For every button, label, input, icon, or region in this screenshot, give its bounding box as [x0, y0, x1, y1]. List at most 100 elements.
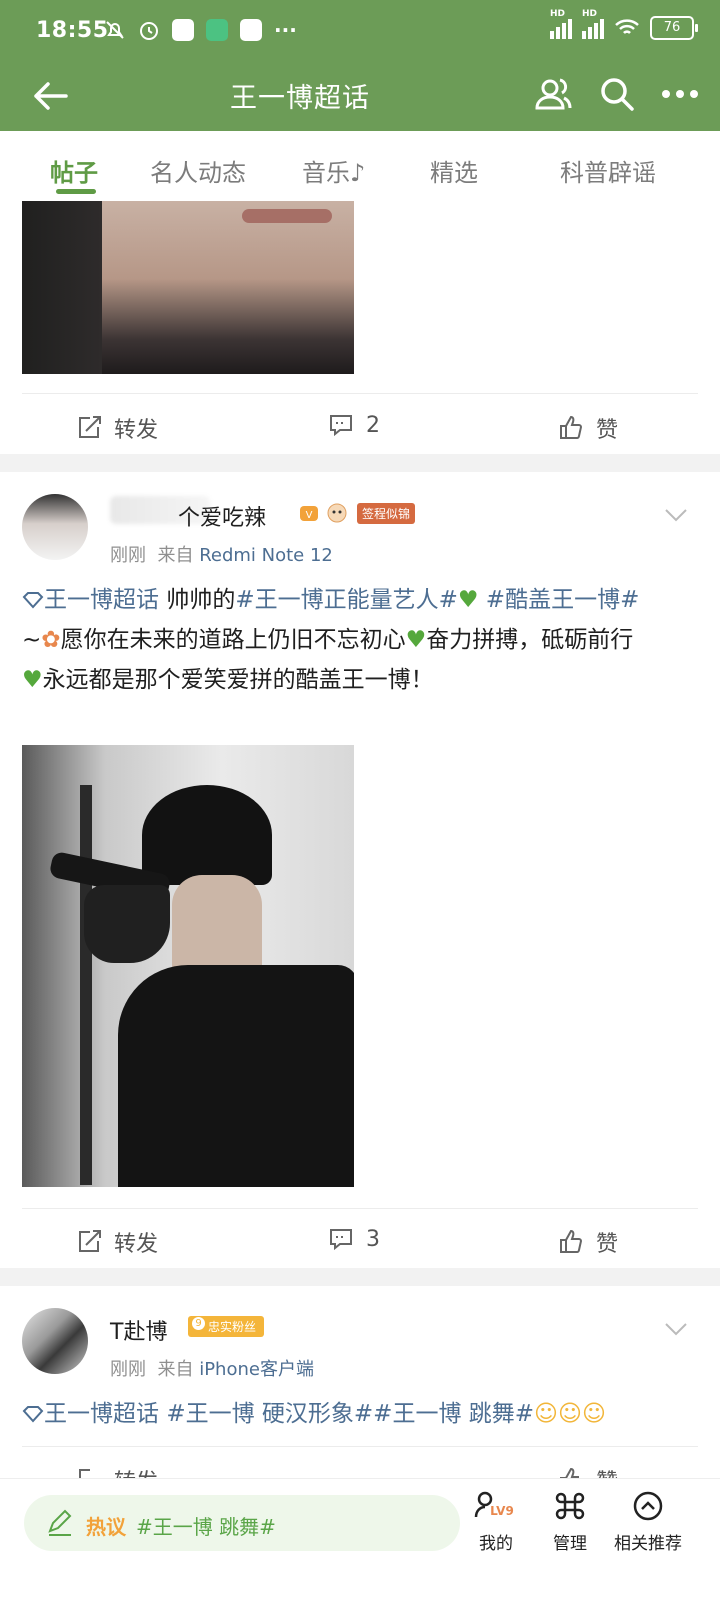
post-source[interactable]: iPhone客户端	[199, 1359, 314, 1380]
post-text: 奋力拼搏，砥砺前行	[426, 627, 634, 653]
repost-icon	[79, 416, 101, 438]
fan-level-number: 9	[192, 1317, 205, 1330]
chevron-up-circle-icon	[633, 1491, 663, 1521]
people-icon[interactable]	[534, 74, 574, 114]
fan-badge-label: 忠实粉丝	[208, 1320, 257, 1334]
diamond-icon	[22, 1406, 44, 1423]
tab-label: 管理	[553, 1534, 587, 1554]
post-actions: 转发 2 赞	[0, 396, 720, 454]
image-jacket	[118, 965, 354, 1187]
tab-rumor-busting[interactable]: 科普辟谣	[560, 153, 656, 188]
image-lips	[242, 209, 332, 223]
system-icons: HD HD 76	[550, 9, 698, 40]
svg-text:LV9: LV9	[490, 1504, 514, 1518]
like-button[interactable]: 赞	[558, 1226, 618, 1258]
search-icon[interactable]	[598, 75, 636, 113]
thumbs-up-icon	[560, 1229, 583, 1253]
hot-discussion-input[interactable]: 热议 #王一博 跳舞#	[24, 1495, 460, 1551]
post-image[interactable]	[22, 745, 354, 1187]
repost-label: 转发	[114, 1464, 158, 1478]
source-prefix: 来自	[157, 545, 194, 566]
super-topic-link[interactable]: 王一博超话	[22, 1401, 159, 1427]
like-label: 赞	[596, 1232, 619, 1257]
post-text: ~	[22, 627, 42, 653]
thumbs-up-icon	[560, 1467, 579, 1478]
image-mask	[84, 885, 170, 963]
signal-icon: HD	[550, 9, 572, 39]
wifi-icon	[615, 19, 639, 34]
hashtag-link[interactable]: #王一博正能量艺人#	[235, 587, 458, 613]
chevron-down-icon[interactable]	[664, 508, 688, 522]
repost-label: 转发	[114, 1232, 159, 1257]
like-button[interactable]: 赞	[558, 412, 618, 444]
post-image[interactable]	[22, 201, 354, 374]
thumbs-up-icon	[560, 415, 583, 439]
status-time: 18:55	[36, 18, 109, 43]
diamond-icon	[22, 592, 44, 609]
post-separator	[0, 1268, 720, 1286]
more-icon[interactable]	[660, 88, 700, 100]
notification-icons: ···	[104, 18, 297, 42]
post-meta: 刚刚 来自 Redmi Note 12	[110, 541, 333, 567]
like-button[interactable]: 赞	[558, 1464, 618, 1478]
tab-active-indicator	[56, 189, 96, 194]
post-text: 永远都是那个爱笑爱拼的酷盖王一博！	[42, 667, 434, 693]
bottom-bar: 热议 #王一博 跳舞# LV9 我的 管理 相关推荐	[0, 1478, 720, 1601]
like-label: 赞	[596, 1464, 618, 1478]
hashtag-link[interactable]: #酷盖王一博#	[486, 587, 640, 613]
emoji-badge-icon	[327, 503, 347, 523]
more-notifications-icon: ···	[274, 18, 297, 42]
post-source[interactable]: Redmi Note 12	[199, 545, 333, 566]
comment-icon	[330, 415, 352, 437]
image-shadow	[22, 201, 102, 374]
comment-button[interactable]: 3	[328, 1226, 380, 1252]
avatar[interactable]	[22, 1308, 88, 1374]
tab-my[interactable]: LV9 我的	[456, 1491, 536, 1554]
signal-icon: HD	[582, 9, 604, 39]
hashtag-link[interactable]: #王一博 硬汉形象##王一博 跳舞#	[166, 1401, 534, 1427]
username[interactable]: 个爱吃辣	[178, 500, 266, 532]
divider	[22, 393, 698, 394]
avatar[interactable]	[22, 494, 88, 560]
svg-text:V: V	[306, 510, 313, 521]
repost-button[interactable]: 转发	[76, 1464, 158, 1478]
repost-button[interactable]: 转发	[76, 1226, 158, 1258]
post-separator	[0, 454, 720, 472]
post-actions: 转发 赞	[0, 1448, 720, 1478]
battery-icon: 76	[650, 16, 698, 40]
repost-button[interactable]: 转发	[76, 412, 158, 444]
tab-manage[interactable]: 管理	[530, 1491, 610, 1554]
divider	[22, 1208, 698, 1209]
post-content: 王一博超话 帅帅的#王一博正能量艺人#♥ #酷盖王一博# ~✿愿你在未来的道路上…	[22, 580, 692, 700]
green-heart-icon: ♥	[22, 667, 43, 693]
username[interactable]: T赴博	[110, 1314, 167, 1346]
post-text: 愿你在未来的道路上仍旧不忘初心	[60, 627, 406, 653]
divider	[22, 1446, 698, 1447]
repost-icon	[79, 1469, 90, 1478]
repost-label: 转发	[114, 418, 159, 443]
like-label: 赞	[596, 418, 619, 443]
green-heart-icon: ♥	[457, 587, 479, 613]
status-bar: 18:55 ··· HD HD 76	[0, 0, 720, 62]
tab-featured[interactable]: 精选	[430, 153, 478, 188]
repost-icon	[79, 1230, 101, 1252]
app-notification-icon	[172, 19, 194, 41]
bouquet-emoji-icon: ✿	[41, 627, 61, 653]
command-icon	[555, 1492, 585, 1520]
post-text: 帅帅的	[166, 587, 236, 613]
tab-music[interactable]: 音乐♪	[302, 153, 365, 188]
fan-badge: 签程似锦	[357, 503, 416, 524]
super-topic-link[interactable]: 王一博超话	[22, 587, 159, 613]
app-notification-icon	[240, 19, 262, 41]
tab-recommend[interactable]: 相关推荐	[608, 1491, 688, 1554]
mute-bell-icon	[106, 21, 124, 39]
tab-posts[interactable]: 帖子	[50, 153, 98, 188]
pencil-icon	[48, 1509, 72, 1536]
chevron-down-icon[interactable]	[664, 1322, 688, 1336]
comment-button[interactable]: 2	[328, 412, 380, 438]
tab-celebrity-news[interactable]: 名人动态	[150, 153, 246, 188]
tab-bar: 帖子 名人动态 音乐♪ 精选 科普辟谣	[0, 131, 720, 201]
hot-label: 热议	[86, 1515, 126, 1539]
loyal-fan-badge: 9 忠实粉丝	[188, 1316, 265, 1337]
comment-count: 2	[366, 412, 380, 438]
